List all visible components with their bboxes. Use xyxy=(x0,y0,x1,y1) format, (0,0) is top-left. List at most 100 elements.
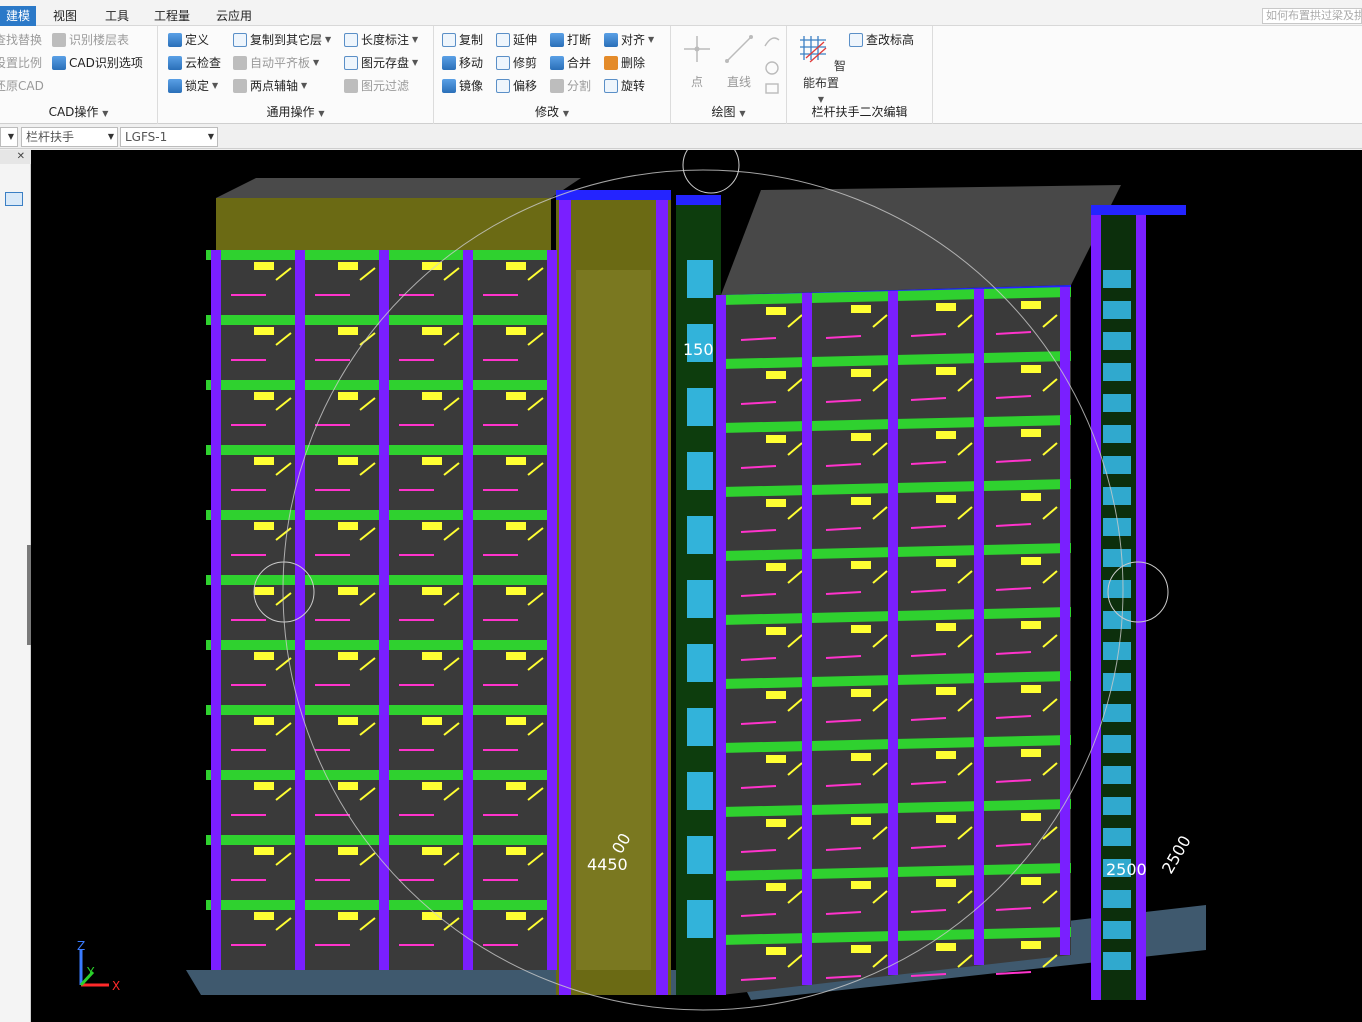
copy-to-floor-button[interactable]: 复制到其它层 ▼ xyxy=(233,30,331,50)
line-button[interactable]: 直线 xyxy=(721,32,757,90)
group-cad-title[interactable]: CAD操作 ▼ xyxy=(0,103,157,120)
rebar-mark xyxy=(766,307,786,315)
rebar-mark xyxy=(254,587,274,595)
group-modify: 复制 延伸 打断 对齐 ▼ 移动 修剪 合并 删除 镜像 偏移 分割 旋转 修改 … xyxy=(434,26,671,124)
group-draw-title[interactable]: 绘图 ▼ xyxy=(671,103,786,120)
east-stair-flight xyxy=(1103,363,1131,381)
identify-floor-table-button[interactable]: 识别楼层表 xyxy=(52,30,129,50)
stair-flight xyxy=(687,516,713,554)
edit-elevation-button[interactable]: 查改标高 xyxy=(849,30,914,50)
stair-tower-top xyxy=(676,195,721,205)
east-stair-flight xyxy=(1103,301,1131,319)
element-save-button[interactable]: 图元存盘 ▼ xyxy=(344,53,418,73)
rebar-mark xyxy=(1021,941,1041,949)
rebar-mark xyxy=(422,717,442,725)
split-button[interactable]: 分割 xyxy=(550,76,591,96)
define-icon xyxy=(168,33,182,47)
rebar-mark xyxy=(254,262,274,270)
rebar-mark xyxy=(851,305,871,313)
rebar-mark xyxy=(338,262,358,270)
rebar-mark xyxy=(936,431,956,439)
rebar-mark xyxy=(422,587,442,595)
rebar-mark xyxy=(936,623,956,631)
offset-icon xyxy=(496,79,510,93)
auto-flush-slab-button[interactable]: 自动平齐板 ▼ xyxy=(233,53,319,73)
component-type-select[interactable]: 栏杆扶手 ▼ xyxy=(21,127,118,147)
east-stair-flight xyxy=(1103,704,1131,722)
merge-button[interactable]: 合并 xyxy=(550,53,591,73)
stair-flight xyxy=(687,452,713,490)
help-search-input[interactable]: 如何布置拱过梁及拱 xyxy=(1262,8,1362,24)
restore-cad-button[interactable]: 还原CAD xyxy=(0,76,44,96)
trim-button[interactable]: 修剪 xyxy=(496,53,537,73)
rebar-mark xyxy=(338,652,358,660)
extend-button[interactable]: 延伸 xyxy=(496,30,537,50)
rebar-mark xyxy=(1021,301,1041,309)
find-replace-button[interactable]: 查找替换 xyxy=(0,30,42,50)
panel-tool-icon[interactable] xyxy=(5,192,23,206)
set-scale-button[interactable]: 设置比例 xyxy=(0,53,42,73)
east-stair-flight xyxy=(1103,456,1131,474)
tab-quantity[interactable]: 工程量 xyxy=(148,6,196,26)
draw-shapes-icon[interactable] xyxy=(763,32,781,98)
cad-icon xyxy=(52,56,66,70)
stair-flight xyxy=(687,900,713,938)
element-filter-button[interactable]: 图元过滤 xyxy=(344,76,409,96)
delete-button[interactable]: 删除 xyxy=(604,53,645,73)
rotate-button[interactable]: 旋转 xyxy=(604,76,645,96)
tab-view[interactable]: 视图 xyxy=(47,6,83,26)
define-button[interactable]: 定义 xyxy=(168,30,209,50)
smart-layout-button[interactable]: 智能布置 ▼ xyxy=(793,32,849,105)
two-point-axis-button[interactable]: 两点辅轴 ▼ xyxy=(233,76,307,96)
rebar-mark xyxy=(936,559,956,567)
column xyxy=(716,295,726,995)
rebar-mark xyxy=(766,435,786,443)
rebar-mark xyxy=(936,367,956,375)
rebar-mark xyxy=(851,625,871,633)
column xyxy=(888,291,898,975)
rebar-mark xyxy=(338,457,358,465)
close-icon[interactable]: ✕ xyxy=(0,150,31,164)
trim-icon xyxy=(496,56,510,70)
cloud-check-button[interactable]: 云检查 xyxy=(168,53,221,73)
rebar-mark xyxy=(422,652,442,660)
lock-button[interactable]: 锁定 ▼ xyxy=(168,76,218,96)
component-name-select[interactable]: LGFS-1 ▼ xyxy=(120,127,218,147)
column xyxy=(547,250,557,970)
core-top-beam xyxy=(556,190,671,200)
rebar-mark xyxy=(936,751,956,759)
tab-tools[interactable]: 工具 xyxy=(99,6,135,26)
point-button[interactable]: 点 xyxy=(679,32,715,90)
rebar-mark xyxy=(851,433,871,441)
stair-flight xyxy=(687,580,713,618)
core-column-left xyxy=(559,195,571,995)
break-button[interactable]: 打断 xyxy=(550,30,591,50)
east-stair-flight xyxy=(1103,735,1131,753)
tab-modeling[interactable]: 建模 xyxy=(0,6,37,26)
group-modify-title[interactable]: 修改 ▼ xyxy=(434,103,670,120)
move-button[interactable]: 移动 xyxy=(442,53,483,73)
flush-icon xyxy=(233,56,247,70)
rebar-mark xyxy=(936,815,956,823)
rotate-icon xyxy=(604,79,618,93)
cad-options-button[interactable]: CAD识别选项 xyxy=(52,53,143,73)
floor-select[interactable]: ▼ xyxy=(0,127,18,147)
rebar-mark xyxy=(851,945,871,953)
length-dimension-button[interactable]: 长度标注 ▼ xyxy=(344,30,418,50)
rebar-mark xyxy=(506,522,526,530)
rebar-mark xyxy=(422,847,442,855)
3d-viewport[interactable]: Z X Y 150 4450 00 2500 2500 xyxy=(31,150,1362,1022)
tab-cloud[interactable]: 云应用 xyxy=(210,6,258,26)
save-icon xyxy=(344,56,358,70)
offset-button[interactable]: 偏移 xyxy=(496,76,537,96)
rebar-mark xyxy=(766,627,786,635)
mirror-button[interactable]: 镜像 xyxy=(442,76,483,96)
copy-button[interactable]: 复制 xyxy=(442,30,483,50)
group-common-title[interactable]: 通用操作 ▼ xyxy=(158,103,433,120)
align-button[interactable]: 对齐 ▼ xyxy=(604,30,654,50)
left-panel: ✕ xyxy=(0,150,31,1022)
core-column-right xyxy=(656,195,668,995)
line-icon xyxy=(725,35,753,63)
rebar-mark xyxy=(766,755,786,763)
rebar-mark xyxy=(506,262,526,270)
